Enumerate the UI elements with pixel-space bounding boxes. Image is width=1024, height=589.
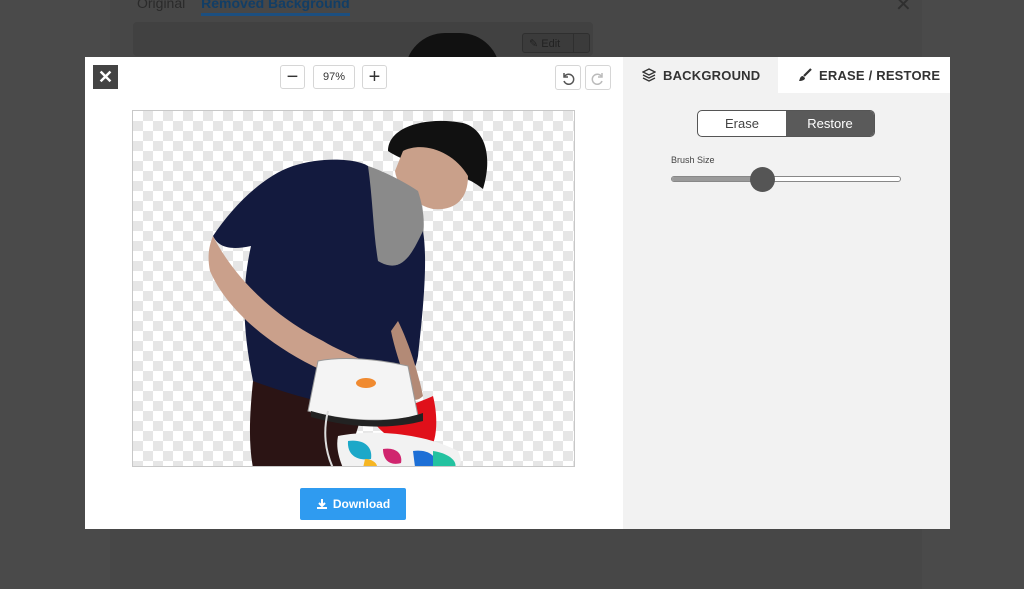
tab-background-label: BACKGROUND [663,67,761,83]
settings-panel: BACKGROUND ERASE / RESTORE Erase Restore… [623,57,950,529]
brush-size-fill [672,177,761,181]
background-close-icon: ✕ [895,0,912,16]
brush-icon [799,68,812,81]
brush-size-label: Brush Size [671,155,715,165]
brush-size-track[interactable] [671,176,901,182]
editor-modal: ✕ − 97% + Download BACKGROUND ERASE / RE… [85,57,950,529]
zoom-level: 97% [313,65,355,89]
background-edit-button: ✎ Edit [522,33,590,53]
redo-button[interactable] [585,65,611,90]
redo-icon [591,72,603,85]
restore-option[interactable]: Restore [786,111,874,136]
brush-size-handle[interactable] [750,167,775,192]
background-tabs: Original Removed Background [137,0,362,16]
image-canvas[interactable] [132,110,575,467]
background-edit-label: Edit [541,38,561,50]
download-label: Download [332,497,391,511]
close-icon: ✕ [97,67,114,87]
tab-erase-restore-label: ERASE / RESTORE [819,67,941,83]
cutout-photo [208,120,488,466]
chevron-down-icon [573,34,589,52]
zoom-in-button[interactable]: + [362,65,387,89]
tab-original: Original [137,0,186,11]
pencil-icon: ✎ [529,38,539,50]
close-button[interactable]: ✕ [93,65,118,89]
erase-option[interactable]: Erase [698,111,786,136]
download-button[interactable]: Download [300,488,406,520]
tab-removed-background: Removed Background [201,0,350,16]
undo-button[interactable] [555,65,581,90]
erase-restore-toggle: Erase Restore [697,110,875,137]
download-icon [316,499,327,509]
tab-erase-restore[interactable]: ERASE / RESTORE [778,57,950,93]
zoom-out-button[interactable]: − [280,65,305,89]
layers-icon [642,68,656,82]
tab-background[interactable]: BACKGROUND [623,57,778,93]
undo-icon [563,72,575,85]
